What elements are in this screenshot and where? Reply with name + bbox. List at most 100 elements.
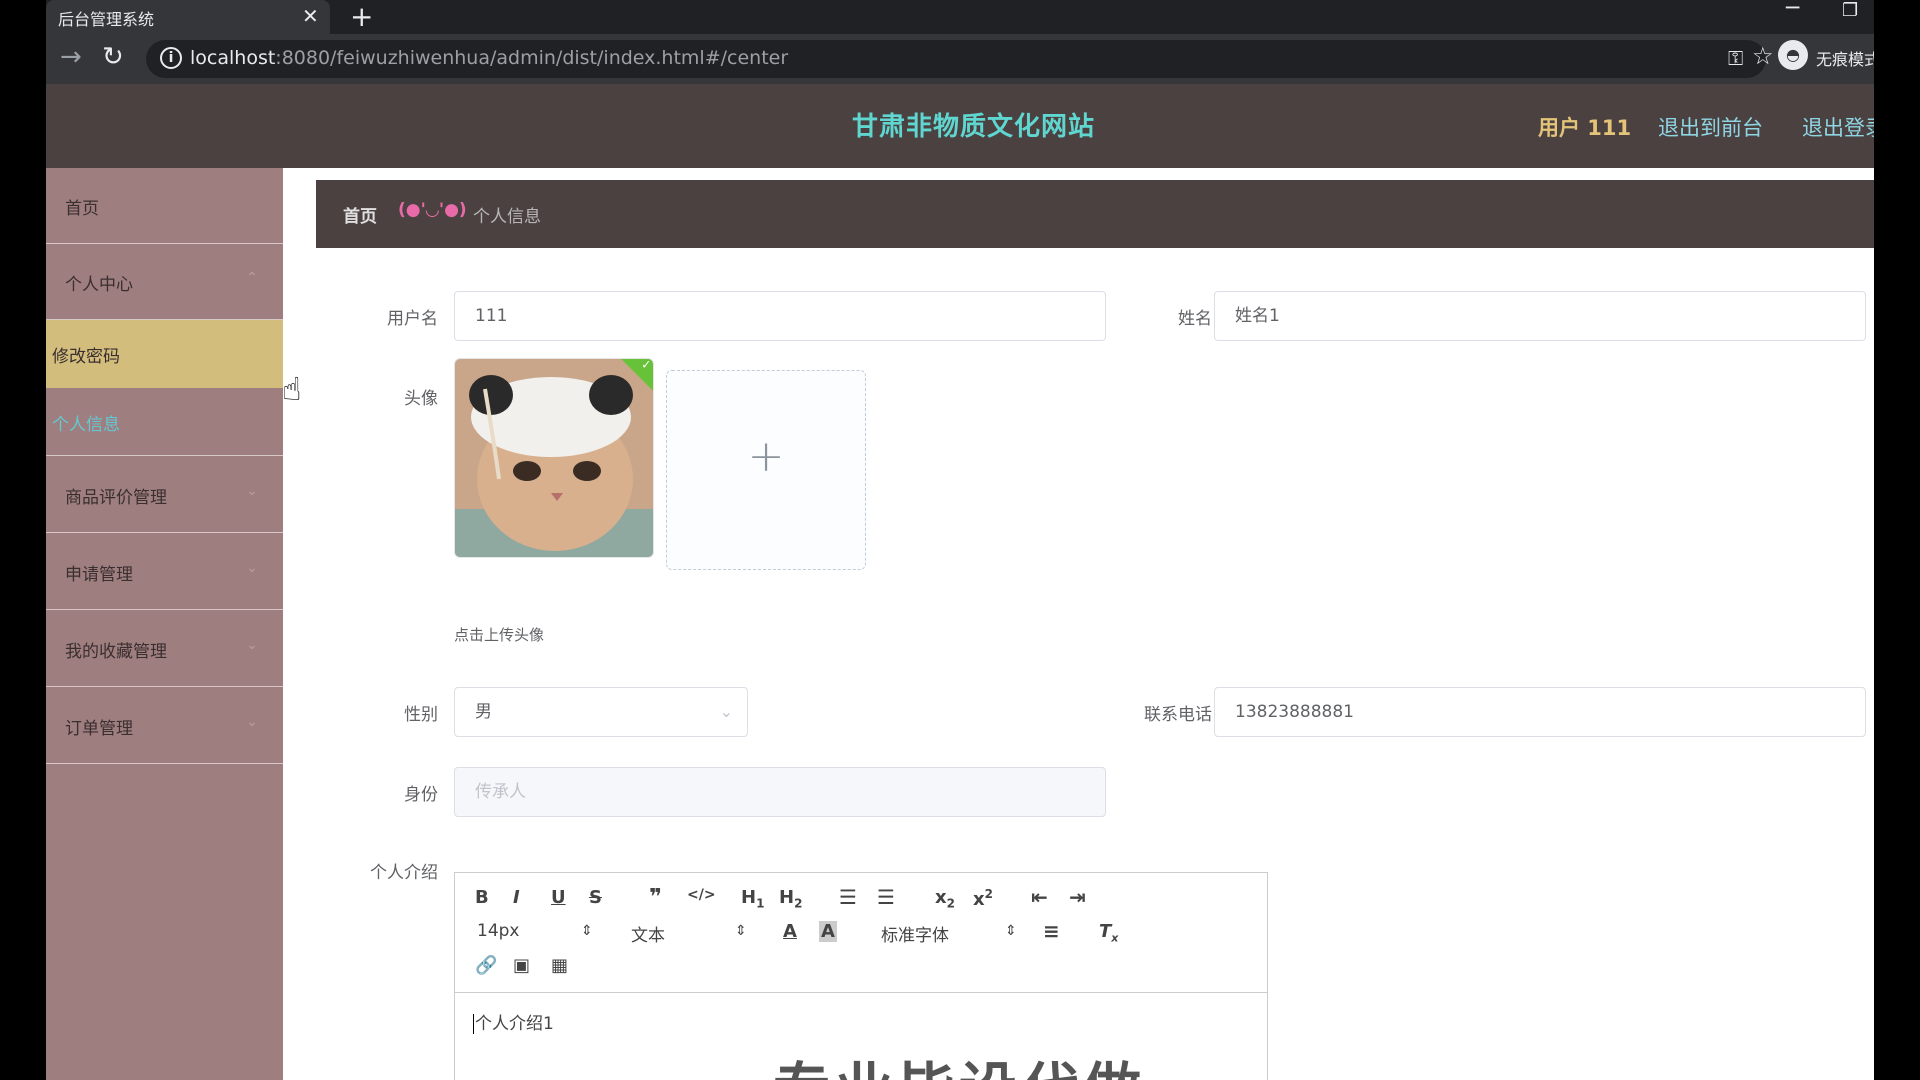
username-input[interactable]: 111 [454, 291, 1106, 341]
font-size-select[interactable]: 14px ⇕ [477, 921, 597, 945]
chevron-down-icon: ⌄ [246, 714, 258, 730]
sidebar-item-label: 商品评价管理 [65, 488, 167, 508]
align-icon[interactable]: ≡ [1043, 919, 1060, 943]
bullet-list-icon[interactable]: ☰ [877, 885, 895, 909]
editor-toolbar: B I U S ❞ </> H1 H2 ☰ ☰ x2 x2 ⇤ ⇥ 14px ⇕… [455, 873, 1267, 993]
sidebar-item-personal-center[interactable]: 个人中心 ⌃ [46, 244, 283, 320]
app-header: 甘肃非物质文化网站 用户 111 退出到前台 退出登录 [46, 84, 1874, 168]
video-icon[interactable]: ▦ [551, 955, 568, 976]
bold-icon[interactable]: B [475, 887, 489, 908]
font-size-value: 14px [477, 921, 520, 941]
chevron-up-icon: ⌃ [246, 270, 258, 286]
sidebar-subitem-personal-info[interactable]: 个人信息 [46, 388, 283, 456]
font-family-select[interactable]: 标准字体 ⇕ [881, 921, 1021, 946]
avatar[interactable]: ✓ [454, 358, 654, 558]
chevron-down-icon: ⌄ [246, 637, 258, 653]
sidebar-item-label: 首页 [65, 199, 99, 219]
image-icon[interactable]: ▣ [513, 955, 530, 976]
forward-icon[interactable]: → [60, 42, 82, 72]
url-path: :8080/feiwuzhiwenhua/admin/dist/index.ht… [275, 47, 789, 69]
code-block-icon[interactable]: </> [687, 887, 716, 903]
header-1-icon[interactable]: H1 [741, 887, 764, 911]
chevron-down-icon: ⌄ [246, 483, 258, 499]
browser-toolbar: → ↻ i localhost:8080/feiwuzhiwenhua/admi… [46, 34, 1874, 84]
key-icon[interactable]: ⚿ [1728, 46, 1743, 70]
strikethrough-icon[interactable]: S [589, 887, 602, 908]
close-icon[interactable]: ✕ [302, 4, 319, 28]
blockquote-icon[interactable]: ❞ [649, 885, 662, 910]
back-to-front-link[interactable]: 退出到前台 [1658, 112, 1763, 142]
sidebar-item-favorites-management[interactable]: 我的收藏管理 ⌄ [46, 611, 283, 687]
sidebar-item-order-management[interactable]: 订单管理 ⌄ [46, 688, 283, 764]
updown-icon: ⇕ [735, 923, 747, 939]
breadcrumb: 首页 (●'◡'●) 个人信息 [316, 180, 1874, 248]
new-tab-icon[interactable]: + [350, 0, 373, 33]
gender-label: 性别 [404, 705, 438, 725]
tab-title: 后台管理系统 [58, 10, 155, 29]
sidebar-item-label: 申请管理 [65, 565, 133, 585]
sidebar-item-application-management[interactable]: 申请管理 ⌄ [46, 534, 283, 610]
sidebar-item-label: 个人信息 [52, 415, 120, 435]
restore-icon[interactable]: ❐ [1842, 0, 1858, 21]
reload-icon[interactable]: ↻ [102, 42, 124, 72]
plus-icon: + [747, 431, 785, 482]
minimize-icon[interactable]: ─ [1786, 0, 1799, 21]
username-label: 用户名 [387, 309, 438, 329]
chevron-down-icon: ⌄ [246, 560, 258, 576]
italic-icon[interactable]: I [513, 887, 520, 908]
sidebar-item-review-management[interactable]: 商品评价管理 ⌄ [46, 457, 283, 533]
url-host: localhost [190, 47, 276, 69]
link-icon[interactable]: 🔗 [475, 955, 497, 976]
sidebar-item-home[interactable]: 首页 [46, 168, 283, 244]
incognito-label[interactable]: 无痕模式 [1816, 46, 1874, 70]
rich-text-editor[interactable]: B I U S ❞ </> H1 H2 ☰ ☰ x2 x2 ⇤ ⇥ 14px ⇕… [454, 872, 1268, 1080]
editor-content[interactable]: 个人介绍1 [473, 1009, 554, 1034]
background-color-icon[interactable]: A [819, 921, 837, 942]
check-icon: ✓ [641, 358, 652, 372]
sidebar-subitem-change-password[interactable]: 修改密码 [46, 320, 283, 388]
phone-input[interactable]: 13823888881 [1214, 687, 1866, 737]
updown-icon: ⇕ [1005, 923, 1017, 939]
star-icon[interactable]: ☆ [1752, 42, 1774, 70]
breadcrumb-separator: (●'◡'●) [398, 200, 467, 220]
name-label: 姓名 [1178, 309, 1212, 329]
intro-label: 个人介绍 [370, 863, 438, 883]
font-family-value: 标准字体 [881, 926, 949, 946]
chevron-down-icon: ⌄ [719, 702, 733, 721]
screen: 后台管理系统 ✕ + ─ ❐ → ↻ i localhost:8080/feiw… [0, 0, 1920, 1080]
phone-label: 联系电话 [1144, 705, 1212, 725]
avatar-upload-button[interactable]: + [666, 370, 866, 570]
text-color-icon[interactable]: A [783, 921, 797, 942]
paragraph-value: 文本 [631, 926, 665, 946]
incognito-icon[interactable]: ◓ [1778, 40, 1808, 70]
gender-select[interactable]: 男 ⌄ [454, 687, 748, 737]
paragraph-select[interactable]: 文本 ⇕ [631, 921, 751, 946]
header-2-icon[interactable]: H2 [779, 887, 802, 911]
header-user: 用户 111 [1538, 116, 1632, 140]
cat-photo-icon [455, 359, 653, 557]
address-bar[interactable]: i localhost:8080/feiwuzhiwenhua/admin/di… [146, 40, 1774, 78]
sidebar-item-label: 修改密码 [52, 347, 120, 367]
editor-watermark: 专业毕设代做 [773, 1043, 1145, 1080]
indent-icon[interactable]: ⇥ [1069, 885, 1086, 909]
superscript-icon[interactable]: x2 [973, 887, 993, 910]
sidebar-item-label: 个人中心 [65, 275, 133, 295]
subscript-icon[interactable]: x2 [935, 887, 955, 911]
browser-window: 后台管理系统 ✕ + ─ ❐ → ↻ i localhost:8080/feiw… [46, 0, 1874, 1080]
clear-format-icon[interactable]: Tx [1099, 921, 1118, 945]
hand-cursor-icon: ☝ [282, 370, 302, 408]
info-icon[interactable]: i [160, 47, 182, 69]
avatar-label: 头像 [404, 389, 438, 409]
ordered-list-icon[interactable]: ☰ [839, 885, 857, 909]
url-text[interactable]: localhost:8080/feiwuzhiwenhua/admin/dist… [190, 47, 788, 69]
gender-value: 男 [475, 702, 492, 722]
underline-icon[interactable]: U [551, 887, 566, 908]
outdent-icon[interactable]: ⇤ [1031, 885, 1048, 909]
upload-tip: 点击上传头像 [454, 626, 545, 644]
app-title: 甘肃非物质文化网站 [852, 112, 1096, 142]
logout-link[interactable]: 退出登录 [1802, 112, 1874, 142]
breadcrumb-home[interactable]: 首页 [343, 202, 377, 227]
name-input[interactable]: 姓名1 [1214, 291, 1866, 341]
editor-text: 个人介绍1 [475, 1014, 554, 1034]
browser-tab[interactable]: 后台管理系统 ✕ [46, 0, 330, 34]
